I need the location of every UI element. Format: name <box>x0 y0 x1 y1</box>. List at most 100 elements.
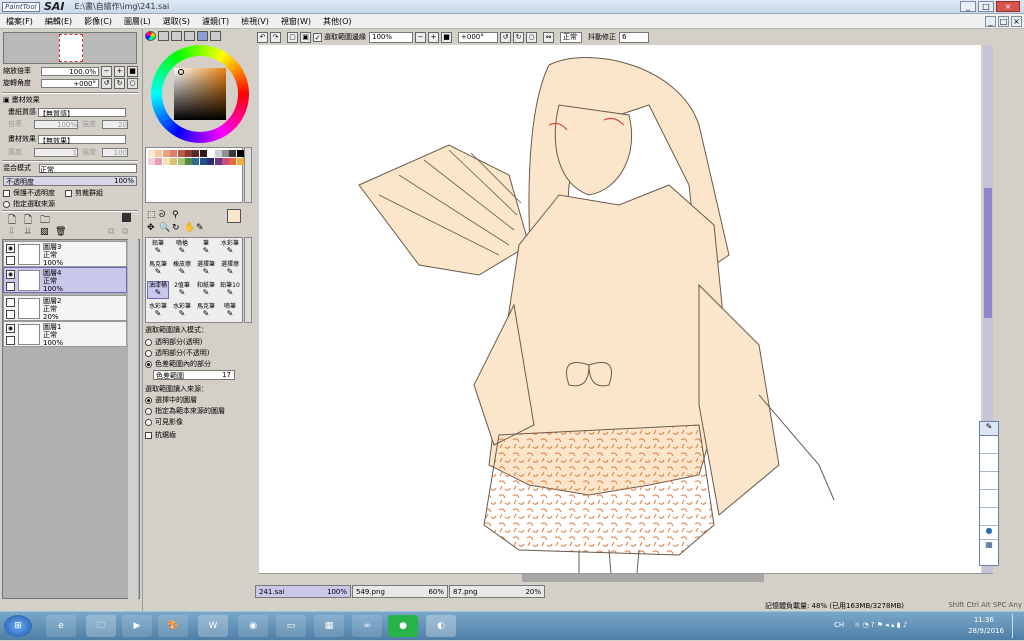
fill-src-current[interactable]: 選擇中的圖層 <box>145 395 197 405</box>
clear-layer-icon[interactable]: ▧ <box>40 227 49 237</box>
clock-time[interactable]: 11:36 <box>974 616 994 624</box>
line-app-icon[interactable]: ● <box>388 615 418 637</box>
menu-filter[interactable]: 濾鏡(T) <box>196 16 235 27</box>
color-swatch[interactable] <box>162 150 170 157</box>
rotate-field[interactable]: +000° <box>41 78 99 88</box>
color-swatch[interactable] <box>155 158 163 165</box>
floating-slot[interactable] <box>980 454 998 472</box>
layer-item[interactable]: 圖層2 正常 20% <box>3 295 127 321</box>
ie-icon[interactable]: e <box>46 615 76 637</box>
close-button[interactable]: × <box>996 1 1020 12</box>
visibility-eye-icon[interactable] <box>6 298 15 307</box>
paper-strength-field[interactable]: 20 <box>102 119 128 129</box>
explorer-icon[interactable]: 🗀 <box>86 615 116 637</box>
color-picker-marker[interactable] <box>178 69 184 75</box>
menu-select[interactable]: 選取(S) <box>157 16 196 27</box>
canvas-rotate-right-button[interactable]: ↻ <box>513 31 524 43</box>
color-swatch[interactable] <box>185 150 192 157</box>
color-swatch[interactable] <box>214 150 222 157</box>
eyedropper-tool-icon[interactable]: ✎ <box>196 223 204 233</box>
brush-tool-item[interactable]: 馬克筆 ✎ <box>195 302 217 320</box>
color-swatch[interactable] <box>222 158 229 165</box>
pin-icon[interactable]: ✎ <box>980 422 998 436</box>
move-tool-icon[interactable]: ✥ <box>147 223 155 233</box>
menu-window[interactable]: 視窗(W) <box>275 16 317 27</box>
color-swatch[interactable] <box>214 158 222 165</box>
color-swatch[interactable] <box>222 150 229 157</box>
color-swatch[interactable] <box>185 158 192 165</box>
select-edge-checkbox[interactable]: ✓ <box>313 32 322 42</box>
color-swatch[interactable] <box>162 158 170 165</box>
fill-opt-color-range[interactable]: 色差範圍內的部分 <box>145 359 211 369</box>
layer-list-scrollbar[interactable] <box>128 239 138 599</box>
canvas-vertical-scroll-thumb[interactable] <box>984 188 992 318</box>
antialias-checkbox[interactable]: 抗鋸齒 <box>145 430 176 440</box>
visibility-eye-icon[interactable]: ◉ <box>6 270 15 279</box>
delete-layer-icon[interactable]: 🗑 <box>55 227 66 237</box>
layer-item[interactable]: ◉ 圖層1 正常 100% <box>3 321 127 347</box>
canvas-zoom-reset-button[interactable]: ■ <box>441 31 452 43</box>
navigator-preview[interactable] <box>3 32 137 64</box>
invert-selection-button[interactable]: ▣ <box>300 31 311 43</box>
color-wheel-tab-icon[interactable] <box>145 31 156 41</box>
maximize-button[interactable]: □ <box>978 1 994 12</box>
color-mixer-tab-icon[interactable] <box>184 31 195 41</box>
sai-app-icon[interactable]: ◐ <box>426 615 456 637</box>
swatch-scrollbar[interactable] <box>244 147 252 203</box>
color-swatch[interactable] <box>155 150 163 157</box>
color-swatch[interactable] <box>170 150 178 157</box>
effect-width-field[interactable]: 1 <box>34 147 78 157</box>
hand-tool-icon[interactable]: ✋ <box>184 223 195 233</box>
scratchpad-tab-icon[interactable] <box>210 31 221 41</box>
tray-icons[interactable]: ☼ ◔ ? ⚑ ◂ ▴ ▮ ♪ <box>854 621 907 629</box>
brush-tool-item[interactable]: 噴槍 ✎ <box>171 239 193 257</box>
brush-tool-item[interactable]: 鉛筆 ✎ <box>147 239 169 257</box>
paper-select[interactable]: 【無質感】 <box>38 107 126 118</box>
doc-close-button[interactable]: × <box>1011 16 1022 27</box>
color-square[interactable] <box>174 68 226 120</box>
stabilizer-select[interactable]: 6 <box>619 31 649 43</box>
preserve-opacity-row[interactable]: 保護不透明度 剪裁群組 <box>3 188 103 198</box>
color-wheel[interactable] <box>151 45 249 143</box>
location-icon[interactable]: ● <box>980 526 998 540</box>
swatch-grid[interactable] <box>145 147 244 203</box>
color-swatch[interactable] <box>192 158 200 165</box>
canvas-horizontal-scroll-thumb[interactable] <box>522 574 764 582</box>
canvas-angle-select[interactable]: +000° <box>458 31 498 43</box>
color-swatch[interactable] <box>229 150 237 157</box>
deselect-button[interactable]: ▢ <box>287 31 298 43</box>
lasso-tool-icon[interactable]: ᘐ <box>159 210 165 220</box>
color-swatch[interactable] <box>199 150 207 157</box>
navigator-viewport[interactable] <box>59 34 83 62</box>
brush-tool-item[interactable]: 選擇擦 ✎ <box>219 260 241 278</box>
brush-tool-item[interactable]: 選擇筆 ✎ <box>195 260 217 278</box>
minimize-button[interactable]: _ <box>960 1 976 12</box>
brush-tool-scrollbar[interactable] <box>244 237 252 323</box>
paste-icon[interactable]: ⧉ <box>122 227 128 237</box>
network-app-icon[interactable]: ∞ <box>352 615 382 637</box>
clock-date[interactable]: 28/9/2016 <box>968 627 1004 635</box>
floating-slot[interactable] <box>980 436 998 454</box>
color-swatch[interactable] <box>236 158 244 165</box>
floating-slot[interactable] <box>980 472 998 490</box>
brush-tool-item[interactable]: 水彩筆 ✎ <box>219 239 241 257</box>
selection-tool-icon[interactable]: ⬚ <box>147 210 156 220</box>
flip-horizontal-button[interactable]: ⇔ <box>543 31 554 43</box>
layer-mask-icon[interactable] <box>122 213 131 222</box>
paint-icon[interactable]: 🎨 <box>158 615 188 637</box>
color-swatch[interactable] <box>177 150 185 157</box>
color-swatch[interactable] <box>148 158 155 165</box>
menu-file[interactable]: 檔案(F) <box>0 16 39 27</box>
undo-button[interactable]: ↶ <box>257 31 268 43</box>
transfer-down-icon[interactable]: ⇩ <box>8 227 16 237</box>
start-button-icon[interactable]: ⊞ <box>4 615 32 637</box>
tab-document[interactable]: 241.sai 100% <box>255 585 351 598</box>
redo-button[interactable]: ↷ <box>270 31 281 43</box>
visibility-eye-icon[interactable]: ◉ <box>6 244 15 253</box>
blend-mode-select[interactable]: 正常 <box>39 163 137 174</box>
color-range-field[interactable]: 色差範圍 17 <box>153 370 235 380</box>
brush-tool-item[interactable]: 水彩筆 ✎ <box>171 302 193 320</box>
rotate-tool-icon[interactable]: ↻ <box>172 223 180 233</box>
merge-down-icon[interactable]: ⇊ <box>24 227 32 237</box>
layer-lock-icon[interactable] <box>6 256 15 265</box>
